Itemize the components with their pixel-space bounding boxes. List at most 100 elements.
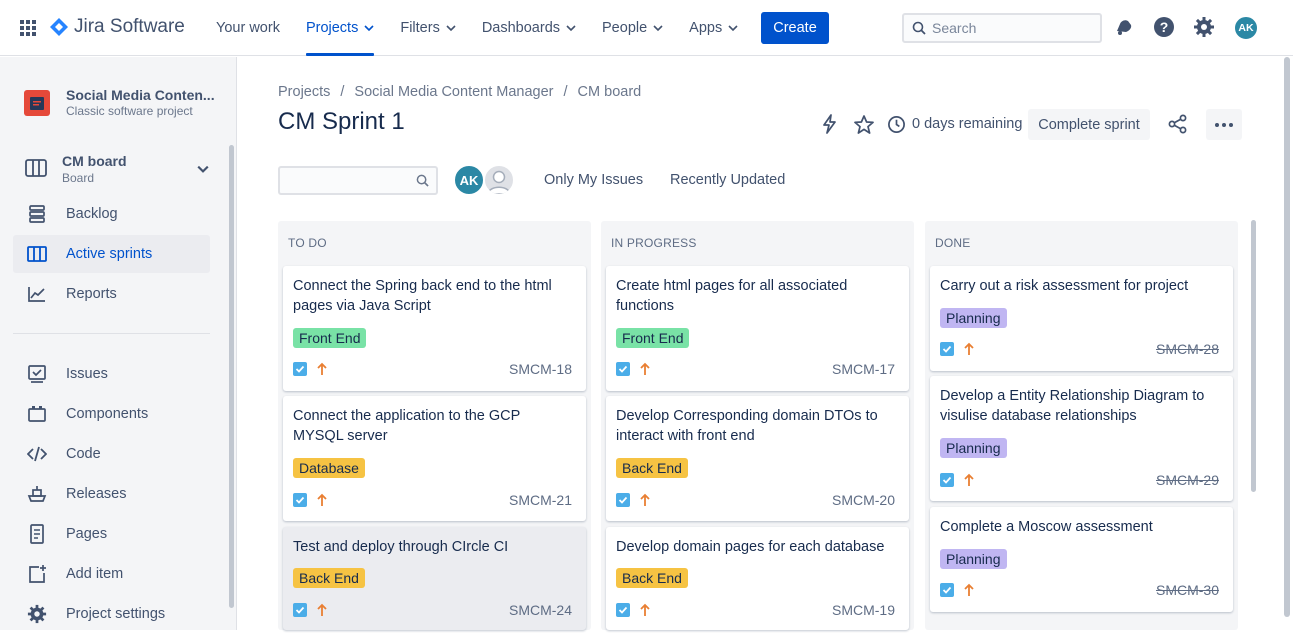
sprint-time: 0 days remaining <box>887 108 1022 140</box>
board-type: Board <box>62 171 95 185</box>
column-title: DONE <box>935 236 971 250</box>
issue-card[interactable]: Create html pages for all associated fun… <box>606 266 909 391</box>
column-done: DONE Carry out a risk assessment for pro… <box>925 221 1238 630</box>
sidebar-item-issues[interactable]: Issues <box>13 355 210 393</box>
board-scrollbar[interactable] <box>1251 220 1256 492</box>
issue-card[interactable]: Complete a Moscow assessment Planning SM… <box>930 507 1233 612</box>
app-switcher-icon[interactable] <box>20 20 36 36</box>
assignee-filter-avatar[interactable]: AK <box>453 164 485 196</box>
issue-card[interactable]: Develop Corresponding domain DTOs to int… <box>606 396 909 521</box>
issue-card[interactable]: Carry out a risk assessment for project … <box>930 266 1233 371</box>
issue-card[interactable]: Test and deploy through CIrcle CI Back E… <box>283 527 586 630</box>
chevron-down-icon <box>653 25 663 32</box>
issue-epic-label: Planning <box>940 549 1007 569</box>
create-button[interactable]: Create <box>761 12 829 44</box>
issue-card[interactable]: Develop a Entity Relationship Diagram to… <box>930 376 1233 501</box>
column-title: IN PROGRESS <box>611 236 697 250</box>
nav-filters[interactable]: Filters <box>387 0 468 56</box>
page-scrollbar[interactable] <box>1284 57 1290 617</box>
issue-summary: Connect the application to the GCP MYSQL… <box>293 408 521 444</box>
more-actions-button[interactable] <box>1206 109 1242 140</box>
priority-medium-icon <box>964 583 974 596</box>
share-icon[interactable] <box>1168 114 1188 134</box>
settings-gear-icon[interactable] <box>1193 16 1215 38</box>
issue-card[interactable]: Develop domain pages for each database B… <box>606 527 909 630</box>
sidebar-item-components[interactable]: Components <box>13 395 210 433</box>
chevron-down-icon <box>728 25 738 32</box>
priority-medium-icon <box>964 473 974 486</box>
project-sidebar: Social Media Conten... Classic software … <box>0 57 237 630</box>
jira-logo-icon <box>50 18 68 36</box>
issue-key[interactable]: SMCM-29 <box>1156 472 1219 488</box>
issue-key[interactable]: SMCM-20 <box>832 492 895 508</box>
project-avatar-icon <box>24 89 50 116</box>
issue-key[interactable]: SMCM-28 <box>1156 341 1219 357</box>
sidebar-item-active-sprints[interactable]: Active sprints <box>13 235 210 273</box>
sidebar-item-code[interactable]: Code <box>13 435 210 473</box>
notifications-icon[interactable] <box>1113 16 1135 38</box>
issue-summary: Carry out a risk assessment for project <box>940 278 1189 294</box>
issue-key[interactable]: SMCM-30 <box>1156 582 1219 598</box>
only-my-issues-filter[interactable]: Only My Issues <box>544 172 643 188</box>
recently-updated-filter[interactable]: Recently Updated <box>670 172 785 188</box>
issue-key[interactable]: SMCM-24 <box>509 602 572 618</box>
nav-people[interactable]: People <box>589 0 676 56</box>
sidebar-item-reports[interactable]: Reports <box>13 275 210 313</box>
sidebar-item-label: Releases <box>66 486 127 502</box>
task-type-icon <box>616 362 630 376</box>
breadcrumb-project[interactable]: Social Media Content Manager <box>354 84 553 100</box>
unassigned-avatar-icon[interactable] <box>483 164 515 196</box>
sidebar-item-project-settings[interactable]: Project settings <box>13 595 210 633</box>
global-search[interactable] <box>902 13 1102 43</box>
issue-key[interactable]: SMCM-19 <box>832 602 895 618</box>
sidebar-item-pages[interactable]: Pages <box>13 515 210 553</box>
breadcrumb: Projects / Social Media Content Manager … <box>278 84 641 100</box>
nav-label: Your work <box>216 20 280 36</box>
priority-medium-icon <box>317 362 327 375</box>
issue-epic-label: Database <box>293 458 365 478</box>
issue-card[interactable]: Connect the Spring back end to the html … <box>283 266 586 391</box>
sidebar-item-label: Backlog <box>66 206 118 222</box>
issue-key[interactable]: SMCM-21 <box>509 492 572 508</box>
nav-apps[interactable]: Apps <box>676 0 751 56</box>
issue-key[interactable]: SMCM-18 <box>509 361 572 377</box>
board-selector[interactable]: CM board Board <box>24 153 209 185</box>
issue-summary: Complete a Moscow assessment <box>940 519 1153 535</box>
nav-dashboards[interactable]: Dashboards <box>469 0 589 56</box>
priority-medium-icon <box>317 603 327 616</box>
breadcrumb-separator: / <box>563 84 568 100</box>
nav-projects[interactable]: Projects <box>293 0 387 56</box>
issue-card[interactable]: Connect the application to the GCP MYSQL… <box>283 396 586 521</box>
nav-label: People <box>602 20 648 36</box>
project-header[interactable]: Social Media Conten... Classic software … <box>24 87 216 118</box>
nav-your-work[interactable]: Your work <box>203 0 293 56</box>
sidebar-item-releases[interactable]: Releases <box>13 475 210 513</box>
search-input[interactable] <box>932 20 1082 36</box>
sidebar-item-label: Active sprints <box>66 246 153 262</box>
breadcrumb-projects[interactable]: Projects <box>278 84 330 100</box>
breadcrumb-board[interactable]: CM board <box>578 84 642 100</box>
issue-summary: Connect the Spring back end to the html … <box>293 278 552 314</box>
chevron-down-icon <box>566 25 576 32</box>
sidebar-item-label: Components <box>66 406 149 422</box>
user-avatar[interactable]: AK <box>1234 16 1258 40</box>
issue-key[interactable]: SMCM-17 <box>832 361 895 377</box>
releases-icon <box>26 483 48 505</box>
jira-logo[interactable]: Jira Software <box>50 16 185 38</box>
complete-sprint-button[interactable]: Complete sprint <box>1028 109 1150 140</box>
column-in-progress: IN PROGRESS Create html pages for all as… <box>601 221 914 630</box>
page-title: CM Sprint 1 <box>278 108 405 135</box>
task-type-icon <box>293 362 307 376</box>
board-icon <box>25 159 47 177</box>
search-icon <box>912 21 926 35</box>
automation-icon[interactable] <box>820 114 840 134</box>
issue-summary: Develop a Entity Relationship Diagram to… <box>940 388 1205 424</box>
board-search-input[interactable] <box>278 166 438 195</box>
sidebar-scrollbar[interactable] <box>229 145 234 608</box>
task-type-icon <box>940 583 954 597</box>
sidebar-item-backlog[interactable]: Backlog <box>13 195 210 233</box>
star-icon[interactable] <box>854 115 874 134</box>
column-title: TO DO <box>288 236 327 250</box>
sidebar-item-add-item[interactable]: Add item <box>13 555 210 593</box>
help-icon[interactable]: ? <box>1153 16 1175 38</box>
